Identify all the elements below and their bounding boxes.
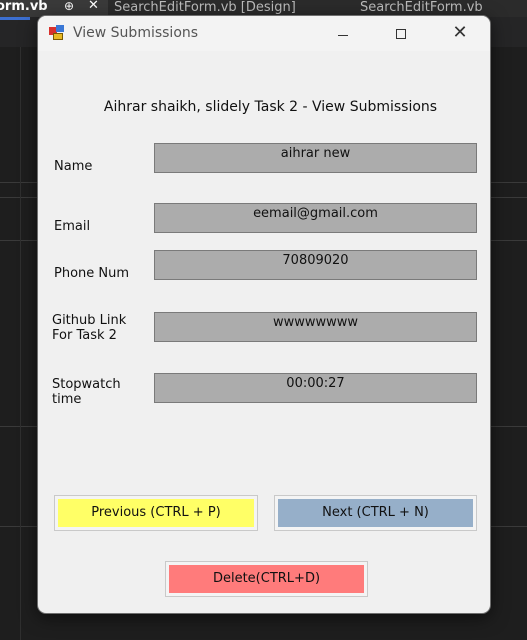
maximize-button[interactable] — [378, 18, 424, 50]
previous-button[interactable]: Previous (CTRL + P) — [54, 495, 258, 531]
stopwatch-label-line2: time — [52, 392, 82, 407]
name-label: Name — [54, 159, 93, 174]
next-button-label: Next (CTRL + N) — [278, 499, 473, 527]
stopwatch-label-line1: Stopwatch — [52, 377, 121, 392]
previous-button-label: Previous (CTRL + P) — [58, 499, 254, 527]
form-heading: Aihrar shaikh, slidely Task 2 - View Sub… — [103, 99, 438, 115]
github-link-field[interactable]: wwwwwwww — [154, 312, 477, 342]
maximize-icon — [396, 29, 406, 39]
title-bar[interactable]: View Submissions ✕ — [38, 16, 490, 51]
ide-tab-active[interactable]: orm.vb ⊕ ✕ — [0, 0, 108, 17]
name-field[interactable]: aihrar new — [154, 143, 477, 173]
ide-tab-code[interactable]: SearchEditForm.vb — [360, 0, 527, 17]
github-label-line1: Github Link — [52, 313, 127, 328]
pin-icon[interactable]: ⊕ — [64, 0, 74, 14]
github-label: Github Link For Task 2 — [52, 313, 126, 343]
email-field[interactable]: eemail@gmail.com — [154, 203, 477, 233]
phone-field[interactable]: 70809020 — [154, 250, 477, 280]
minimize-button[interactable] — [320, 18, 366, 50]
email-label: Email — [54, 219, 91, 234]
minimize-icon — [338, 35, 348, 36]
view-submissions-window: View Submissions ✕ Aihrar shaikh, slidel… — [38, 16, 490, 613]
delete-button-label: Delete(CTRL+D) — [169, 565, 364, 593]
ide-tab-strip: orm.vb ⊕ ✕ SearchEditForm.vb [Design] Se… — [0, 0, 527, 17]
window-title: View Submissions — [73, 25, 199, 41]
editor-gridline — [20, 47, 21, 640]
next-button[interactable]: Next (CTRL + N) — [274, 495, 477, 531]
ide-tab-design[interactable]: SearchEditForm.vb [Design] — [114, 0, 354, 17]
close-icon: ✕ — [452, 22, 468, 43]
ide-accent-bar — [0, 17, 30, 20]
github-label-line2: For Task 2 — [52, 328, 117, 343]
ide-tab-label: orm.vb — [0, 0, 48, 14]
stopwatch-label: Stopwatch time — [52, 377, 121, 407]
stopwatch-time-field[interactable]: 00:00:27 — [154, 373, 477, 403]
app-form-icon — [49, 25, 65, 41]
close-button[interactable]: ✕ — [437, 18, 483, 50]
phone-label: Phone Num — [54, 266, 130, 281]
close-tab-icon[interactable]: ✕ — [88, 0, 99, 13]
delete-button[interactable]: Delete(CTRL+D) — [165, 561, 368, 597]
